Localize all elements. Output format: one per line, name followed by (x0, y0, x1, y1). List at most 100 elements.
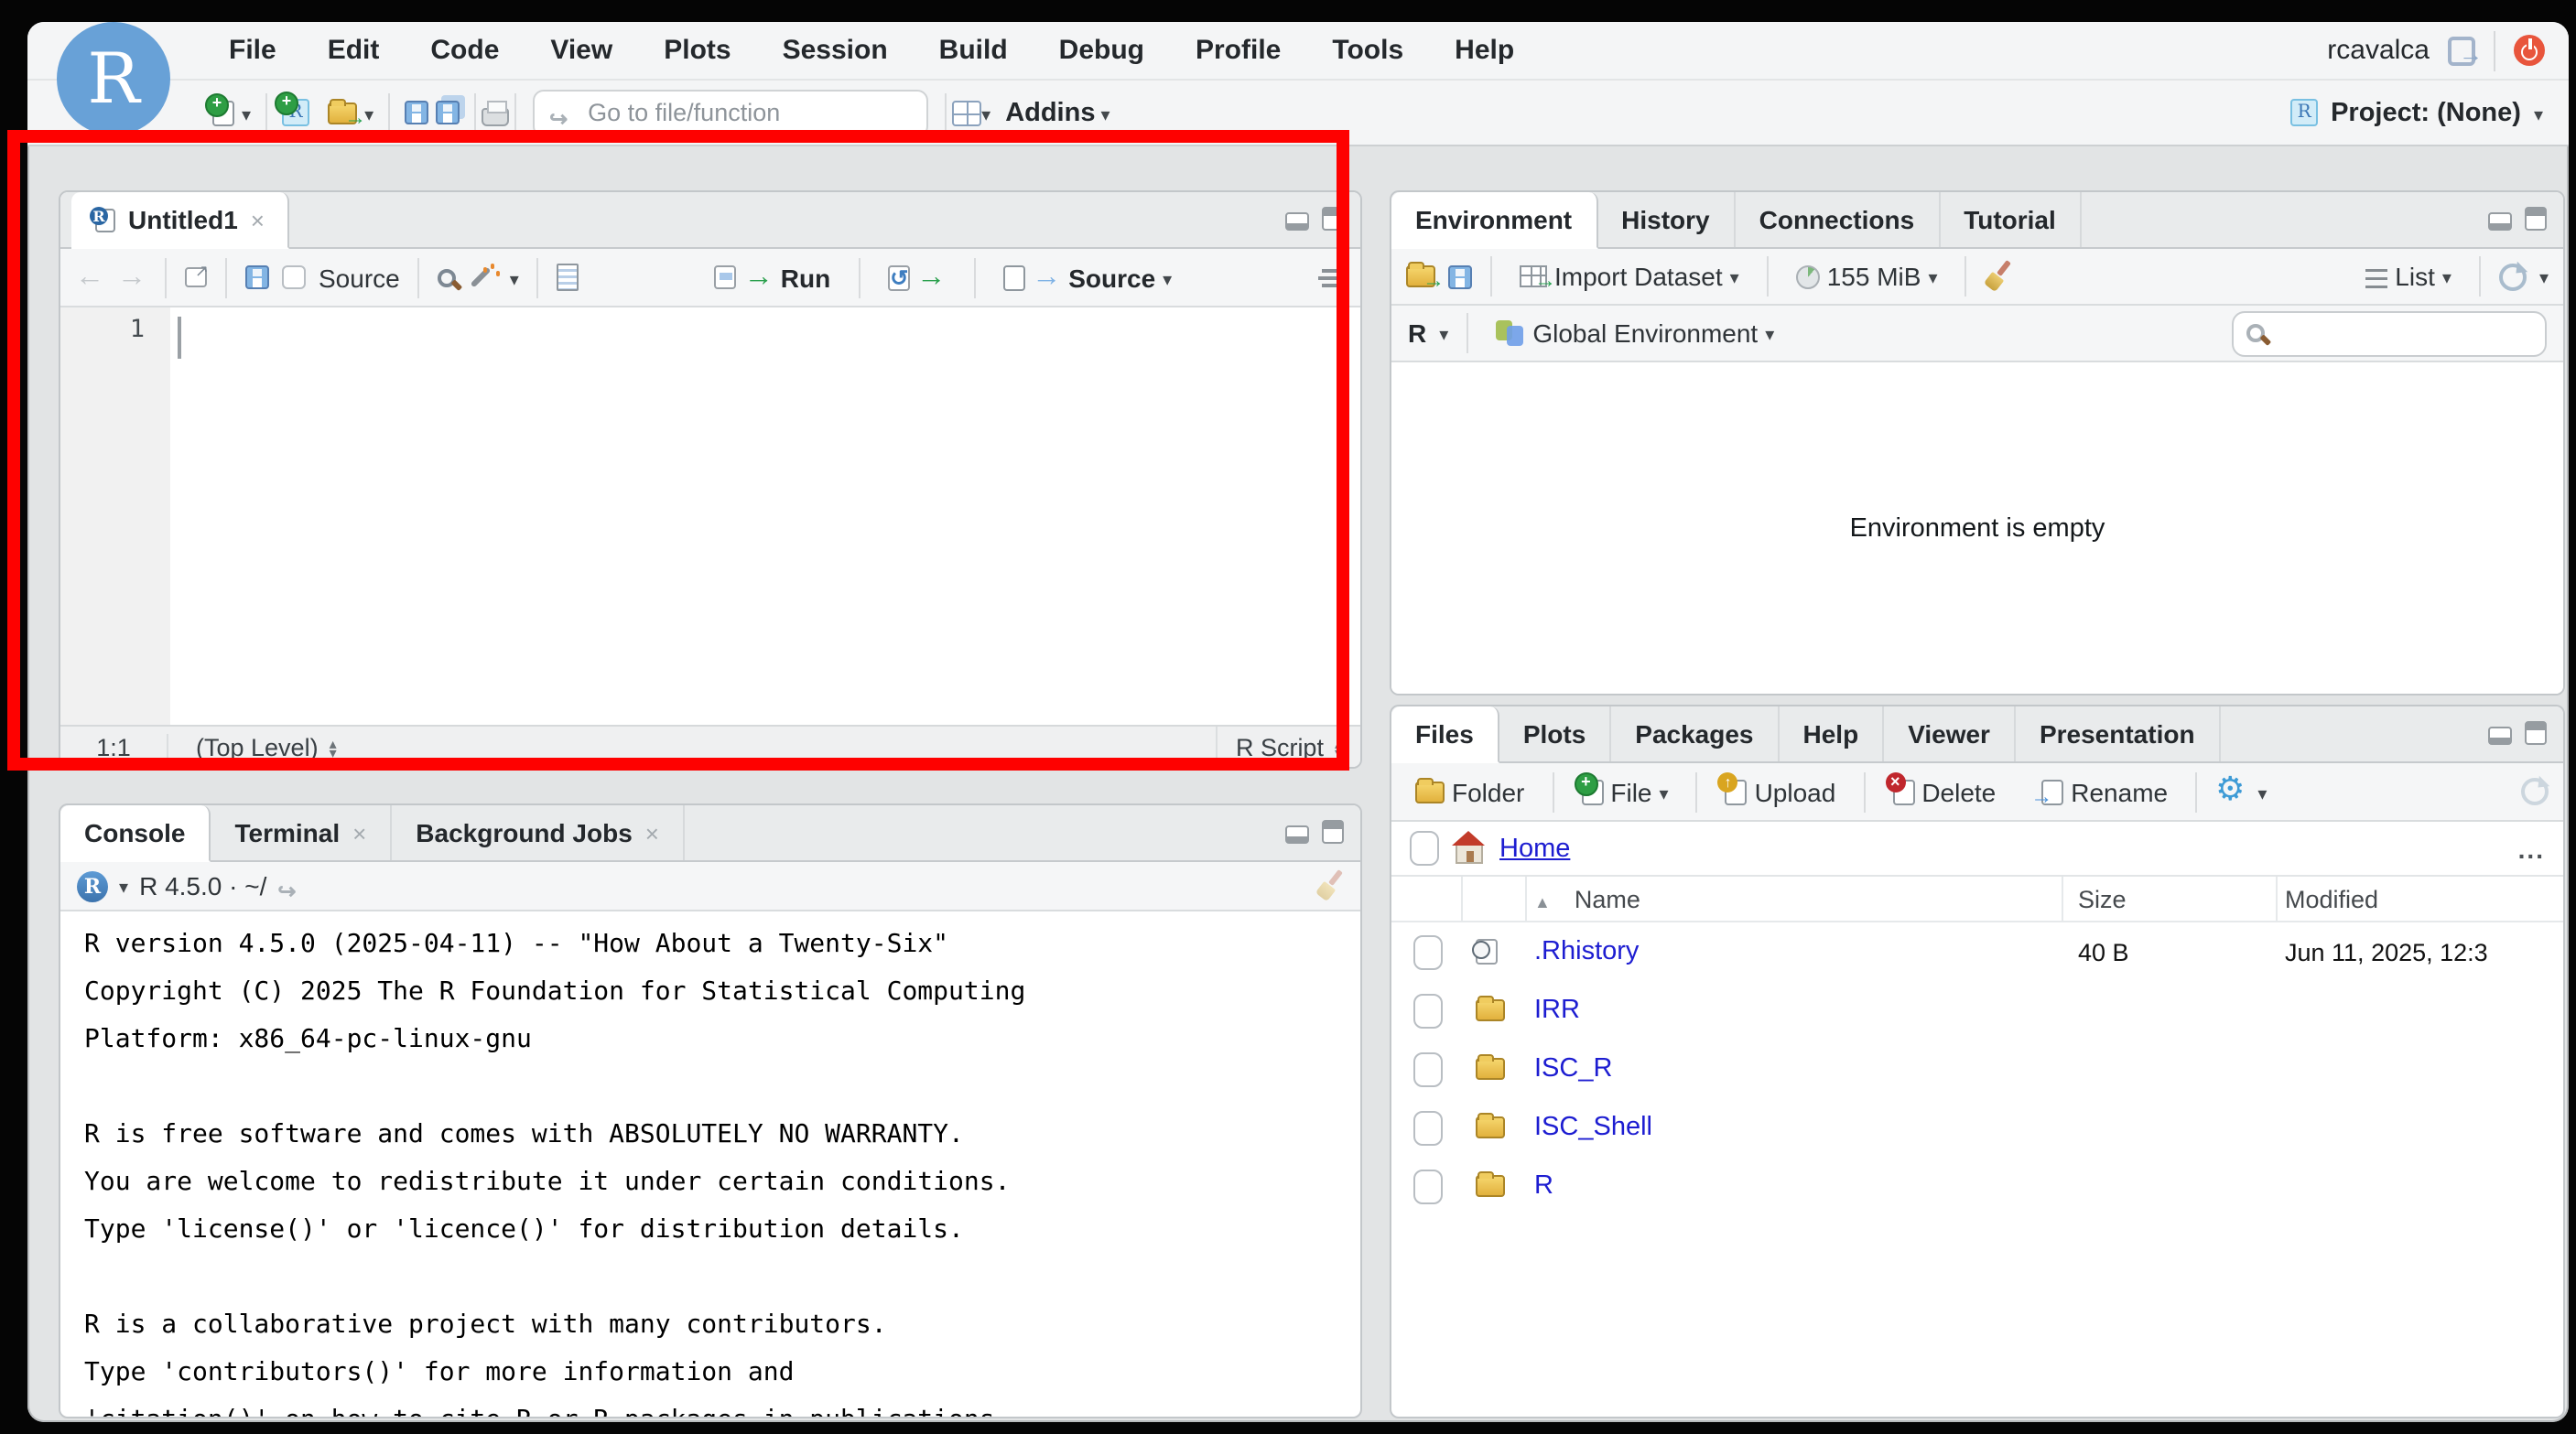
delete-button[interactable]: Delete (1883, 777, 2005, 806)
menu-help[interactable]: Help (1429, 35, 1540, 66)
menu-code[interactable]: Code (405, 35, 525, 66)
tab-files[interactable]: Files (1391, 706, 1499, 763)
environment-search-box[interactable] (2232, 310, 2547, 356)
menu-edit[interactable]: Edit (302, 35, 406, 66)
row-checkbox[interactable] (1412, 993, 1442, 1028)
header-modified[interactable]: Modified (2278, 877, 2563, 921)
file-row[interactable]: ISC_Shell (1391, 1098, 2563, 1157)
console-output[interactable]: R version 4.5.0 (2025-04-11) -- "How Abo… (60, 911, 1360, 1418)
code-tools-wand-icon[interactable] (470, 264, 497, 291)
file-link[interactable]: .Rhistory (1534, 937, 1639, 966)
clear-console-icon[interactable] (1316, 871, 1344, 900)
environment-search-input[interactable] (2276, 319, 2514, 347)
refresh-icon[interactable] (2521, 778, 2549, 805)
select-all-checkbox[interactable] (1410, 831, 1439, 866)
folder-link[interactable]: R (1534, 1171, 1553, 1201)
addins-button[interactable]: Addins (1005, 98, 1095, 127)
chevron-down-icon[interactable] (2539, 260, 2549, 293)
run-button[interactable]: → Run (706, 263, 839, 292)
upload-button[interactable]: Upload (1716, 777, 1845, 806)
chevron-down-icon[interactable] (242, 96, 251, 129)
tab-tutorial[interactable]: Tutorial (1940, 192, 2082, 247)
open-directory-icon[interactable] (277, 875, 303, 897)
row-checkbox[interactable] (1412, 1051, 1442, 1086)
minimize-pane-icon[interactable] (1285, 825, 1309, 844)
file-row[interactable]: IRR (1391, 981, 2563, 1040)
tab-viewer[interactable]: Viewer (1884, 706, 2016, 761)
document-outline-icon[interactable] (1318, 266, 1346, 288)
code-editor[interactable]: 1 (60, 307, 1360, 725)
gear-icon[interactable] (2215, 774, 2245, 809)
header-name[interactable]: Name (1527, 877, 2063, 921)
save-all-icon[interactable] (436, 101, 460, 124)
minimize-pane-icon[interactable] (2488, 727, 2512, 745)
row-checkbox[interactable] (1412, 1110, 1442, 1145)
folder-link[interactable]: ISC_Shell (1534, 1113, 1652, 1142)
chevron-down-icon[interactable] (1163, 261, 1172, 294)
r-version-icon[interactable] (77, 870, 108, 901)
save-icon[interactable] (405, 101, 428, 124)
tab-console[interactable]: Console (60, 805, 211, 862)
forward-icon[interactable]: → (117, 261, 146, 294)
chevron-down-icon[interactable] (2257, 775, 2267, 808)
menu-session[interactable]: Session (757, 35, 914, 66)
menu-profile[interactable]: Profile (1170, 35, 1306, 66)
chevron-down-icon[interactable] (981, 96, 990, 129)
folder-link[interactable]: IRR (1534, 996, 1580, 1025)
breadcrumb-home-link[interactable]: Home (1499, 834, 1570, 863)
global-environment-selector[interactable]: Global Environment (1487, 317, 1783, 350)
maximize-pane-icon[interactable] (1322, 820, 1344, 844)
file-row[interactable]: ISC_R (1391, 1040, 2563, 1098)
chevron-down-icon[interactable] (510, 261, 519, 294)
source-button[interactable]: → Source (993, 261, 1181, 294)
refresh-icon[interactable] (2499, 263, 2527, 290)
back-icon[interactable]: ← (75, 261, 104, 294)
tab-plots[interactable]: Plots (1499, 706, 1611, 761)
menu-view[interactable]: View (525, 35, 638, 66)
menu-debug[interactable]: Debug (1034, 35, 1170, 66)
go-to-file-input[interactable] (588, 99, 881, 126)
maximize-pane-icon[interactable] (2525, 207, 2547, 231)
scope-selector[interactable]: (Top Level) (196, 734, 337, 761)
tab-presentation[interactable]: Presentation (2016, 706, 2221, 761)
new-project-button[interactable] (273, 99, 319, 126)
open-file-button[interactable] (319, 96, 383, 129)
memory-usage-button[interactable]: 155 MiB (1787, 260, 1947, 293)
close-icon[interactable]: × (352, 819, 366, 846)
chevron-down-icon[interactable] (1100, 96, 1109, 129)
menu-tools[interactable]: Tools (1306, 35, 1429, 66)
print-icon[interactable] (482, 107, 509, 125)
new-folder-button[interactable]: Folder (1406, 777, 1533, 806)
file-row[interactable]: .Rhistory 40 B Jun 11, 2025, 12:3 (1391, 922, 2563, 981)
open-in-new-window-icon[interactable] (185, 267, 207, 287)
menu-build[interactable]: Build (914, 35, 1034, 66)
new-blank-file-button[interactable]: File (1572, 775, 1677, 808)
tab-packages[interactable]: Packages (1611, 706, 1779, 761)
menu-plots[interactable]: Plots (638, 35, 756, 66)
path-more-button[interactable]: ... (2518, 834, 2545, 863)
power-quit-icon[interactable] (2514, 35, 2545, 66)
source-on-save-checkbox[interactable] (282, 265, 306, 289)
load-workspace-icon[interactable] (1406, 265, 1435, 287)
tab-terminal[interactable]: Terminal × (211, 805, 392, 860)
sign-out-icon[interactable] (2448, 36, 2475, 65)
pane-layout-icon[interactable] (952, 100, 981, 125)
find-replace-icon[interactable] (438, 268, 457, 286)
rename-button[interactable]: Rename (2018, 777, 2177, 806)
compile-report-icon[interactable] (557, 264, 579, 291)
tab-help[interactable]: Help (1780, 706, 1885, 761)
go-to-file-box[interactable] (533, 89, 928, 136)
chevron-down-icon[interactable] (1439, 317, 1448, 350)
tab-environment[interactable]: Environment (1391, 192, 1597, 249)
file-type-selector[interactable]: R Script (1216, 727, 1360, 769)
file-row[interactable]: R (1391, 1157, 2563, 1215)
close-icon[interactable]: × (251, 206, 265, 233)
rerun-button[interactable]: → (878, 264, 955, 290)
source-tab-untitled1[interactable]: R Untitled1 × (71, 192, 290, 249)
close-icon[interactable]: × (645, 819, 659, 846)
tab-background-jobs[interactable]: Background Jobs × (392, 805, 685, 860)
save-icon[interactable] (245, 265, 269, 289)
minimize-pane-icon[interactable] (2488, 212, 2512, 231)
tab-connections[interactable]: Connections (1736, 192, 1941, 247)
maximize-pane-icon[interactable] (2525, 721, 2547, 745)
